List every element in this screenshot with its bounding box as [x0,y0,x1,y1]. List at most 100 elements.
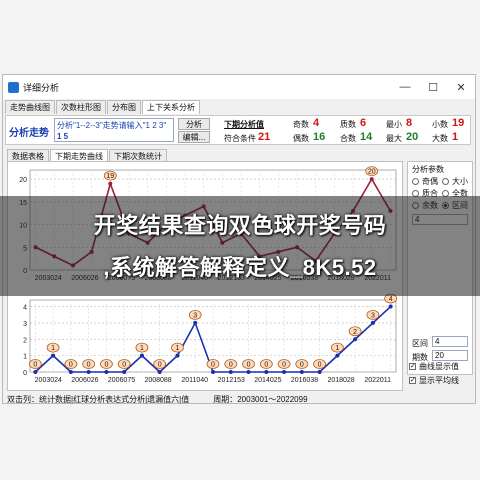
data-label: 3 [371,312,375,319]
x-tick-label: 2006026 [71,377,98,384]
condition-label: 符合条件 [224,134,256,143]
radio-big-small[interactable]: 大小 [442,176,468,187]
prime-label: 质数 [340,120,356,129]
analysis-label: 分析走势 [9,128,49,139]
data-label: 0 [122,362,126,369]
x-tick-label: 2018028 [327,377,354,384]
radio-icon [412,178,419,185]
data-label: 1 [51,345,55,352]
y-tick-label: 3 [23,321,27,328]
data-label: 20 [368,169,376,176]
even-value: 16 [313,131,326,143]
data-point [175,353,180,358]
radio-icon [442,178,449,185]
condition-value: 21 [258,131,271,143]
min-value: 8 [406,117,413,129]
data-label: 0 [211,362,215,369]
data-point [122,370,127,374]
data-point [108,181,113,186]
banner-line-1: 开奖结果查询双色球开奖号码 [93,213,387,238]
next-period-label: 下期分析值 [224,120,264,129]
close-button[interactable]: ✕ [447,75,475,99]
data-point [353,337,358,342]
period-spinner[interactable]: 20 [432,350,468,361]
pattern-value: 1 5 [57,132,69,141]
analyze-button[interactable]: 分析 [178,118,210,130]
x-tick-label: 2014025 [254,377,281,384]
data-point [228,370,233,374]
prime-value: 6 [360,117,367,129]
odd-label: 奇数 [293,120,309,129]
data-point [33,370,38,374]
trend-chart-lower: 01234010 0 0 010130 0 0 0 0 0 012342003024 2006026… [23,294,398,384]
data-label: 0 [229,362,233,369]
data-label: 0 [87,362,91,369]
window-title: 详细分析 [23,82,60,93]
y-tick-label: 0 [23,370,27,377]
status-right: 周期：2003001～2022099 [213,394,308,404]
tab-distribution[interactable]: 分布图 [107,100,141,114]
data-label: 1 [140,345,144,352]
y-tick-label: 2 [23,337,27,344]
y-tick-label: 4 [23,305,27,312]
data-label: 0 [104,362,108,369]
data-point [369,177,374,182]
main-tabs: 走势曲线图 次数柱形图 分布图 上下关系分析 [5,100,201,114]
y-tick-label: 1 [23,354,27,361]
x-tick-label: 2008088 [144,377,171,384]
data-label: 0 [158,362,162,369]
radio-odd-even[interactable]: 奇偶 [412,176,438,187]
data-label: 0 [318,362,322,369]
data-point [139,353,144,358]
tab-count-bars[interactable]: 次数柱形图 [56,100,106,114]
x-tick-label: 2022011 [364,377,391,384]
data-label: 4 [389,296,393,303]
data-label: 0 [282,362,286,369]
curve-value-checkbox[interactable]: ✓ 曲线显示值 [409,361,459,372]
composite-value: 14 [360,131,373,143]
x-tick-label: 2016038 [291,377,318,384]
x-tick-label: 2011040 [181,377,208,384]
app-icon [8,81,19,93]
tab-trend-curve[interactable]: 走势曲线图 [5,100,55,114]
data-label: 0 [264,362,268,369]
x-tick-label: 2006075 [108,377,135,384]
max-value: 20 [406,131,419,143]
status-left: 双击列：统计数据|红球分析表达式分析|遗漏值六|值 [7,394,190,404]
data-point [388,304,393,309]
check-icon: ✓ [409,363,416,370]
big-value: 1 [452,131,459,143]
y-tick-label: 20 [19,177,27,184]
data-label: 0 [247,362,251,369]
analysis-toolbar: 分析走势 分析"1--2--3"走势请输入"1 2 3" 1 5 分析 编辑..… [5,115,471,145]
pattern-input[interactable]: 分析"1--2--3"走势请输入"1 2 3" 1 5 [54,118,174,142]
data-point [104,370,109,374]
edit-button[interactable]: 编辑... [178,131,210,143]
data-label: 3 [193,312,197,319]
big-label: 大数 [432,134,448,143]
average-line-checkbox[interactable]: ✓ 显示平均线 [409,375,459,386]
data-point [86,370,91,374]
minimize-button[interactable]: — [391,75,419,99]
banner-line-2: ,系统解答解释定义_8K5.52 [103,255,377,280]
data-point [335,353,340,358]
data-point [317,370,322,374]
data-point [370,320,375,325]
data-point [264,370,269,374]
tab-relation-analysis[interactable]: 上下关系分析 [142,100,200,114]
data-label: 19 [106,173,114,180]
zone-label: 区间 [412,339,428,348]
maximize-button[interactable]: ☐ [419,75,447,99]
min-label: 最小 [386,120,402,129]
small-label: 小数 [432,120,448,129]
status-bar: 双击列：统计数据|红球分析表达式分析|遗漏值六|值 周期：2003001～202… [3,393,475,405]
checkbox-label: 显示平均线 [419,376,459,385]
data-label: 1 [335,345,339,352]
checkbox-label: 曲线显示值 [419,362,459,371]
data-point [246,370,251,374]
zone-spinner[interactable]: 4 [432,336,468,347]
radio-label: 奇偶 [422,177,438,186]
composite-label: 合数 [340,134,356,143]
even-label: 偶数 [293,134,309,143]
data-point [157,370,162,374]
